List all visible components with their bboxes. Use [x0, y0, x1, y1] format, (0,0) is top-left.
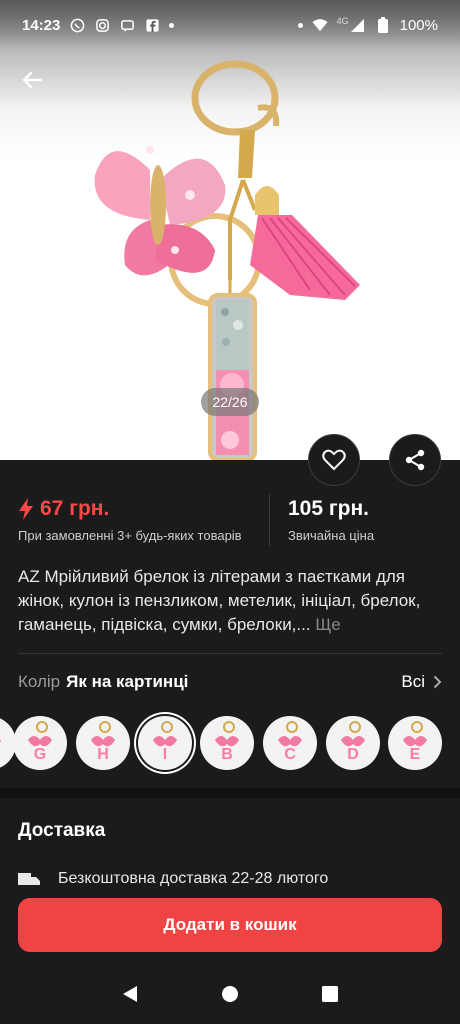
swatch-letter: H: [97, 746, 109, 763]
system-navigation-bar: [0, 964, 460, 1024]
battery-percentage: 100%: [399, 16, 438, 34]
promo-note: При замовленні 3+ будь-яких товарів: [18, 528, 242, 543]
nav-home-icon[interactable]: [221, 985, 239, 1003]
delivery-section-title: Доставка: [18, 820, 106, 841]
color-label: Колір: [18, 672, 61, 691]
color-swatch[interactable]: G: [13, 716, 67, 770]
share-icon: [405, 449, 425, 471]
product-title-text: AZ Мрійливий брелок із літерами з паєтка…: [18, 567, 421, 634]
color-swatch[interactable]: B: [200, 716, 254, 770]
divider: [18, 653, 442, 654]
swatch-letter: B: [221, 746, 233, 763]
viber-icon: [69, 17, 85, 33]
color-swatch-list: G H I B C D E: [0, 716, 460, 772]
color-swatch-selected[interactable]: I: [138, 716, 192, 770]
promo-price-section: 67 грн. При замовленні 3+ будь-яких това…: [18, 494, 270, 546]
wishlist-button[interactable]: [308, 434, 360, 486]
battery-icon: [375, 17, 391, 33]
regular-price-note: Звичайна ціна: [288, 528, 375, 543]
add-to-cart-button[interactable]: Додати в кошик: [18, 898, 442, 952]
swatch-letter: G: [33, 746, 47, 763]
color-swatch[interactable]: C: [263, 716, 317, 770]
product-page: 22/26 14:23 4G 100% 67 грн. При замовлен…: [0, 0, 460, 1024]
keychain-thumbnail-icon: [0, 739, 1, 743]
back-button[interactable]: [16, 64, 48, 96]
swatch-letter: D: [347, 746, 359, 763]
messenger-icon: [119, 17, 135, 33]
swatch-letter: E: [409, 746, 421, 763]
nav-recents-icon[interactable]: [321, 985, 339, 1003]
signal-icon: [350, 17, 366, 33]
status-bar: 14:23 4G 100%: [0, 0, 460, 50]
color-swatch[interactable]: H: [76, 716, 130, 770]
instagram-icon: [94, 17, 110, 33]
wifi-icon: [312, 17, 328, 33]
show-more-link[interactable]: Ще: [315, 615, 340, 634]
lightning-icon: [19, 498, 33, 520]
view-all-colors-button[interactable]: Всі: [401, 672, 442, 692]
arrow-left-icon: [22, 71, 43, 89]
color-swatch[interactable]: E: [388, 716, 442, 770]
chevron-right-icon: [433, 675, 442, 689]
share-button[interactable]: [389, 434, 441, 486]
regular-price: 105 грн.: [288, 497, 369, 520]
facebook-icon: [144, 17, 160, 33]
color-selector-header[interactable]: Колір Як на картинці Всі: [18, 672, 442, 692]
product-image-gallery[interactable]: 22/26: [0, 0, 460, 460]
notification-dot-icon: [297, 22, 303, 28]
view-all-label: Всі: [401, 672, 425, 691]
swatch-letter: I: [162, 746, 168, 763]
product-title[interactable]: AZ Мрійливий брелок із літерами з паєтка…: [18, 565, 442, 637]
color-swatch[interactable]: D: [326, 716, 380, 770]
network-type-label: 4G: [336, 16, 349, 26]
image-counter: 22/26: [201, 388, 259, 416]
nav-back-icon[interactable]: [121, 985, 139, 1003]
section-divider: [0, 788, 460, 798]
status-time: 14:23: [22, 16, 61, 34]
price-block: 67 грн. При замовленні 3+ будь-яких това…: [18, 494, 442, 546]
heart-icon: [322, 449, 346, 471]
notification-dot-icon: [169, 22, 175, 28]
regular-price-section: 105 грн. Звичайна ціна: [270, 494, 374, 546]
color-value: Як на картинці: [66, 672, 189, 691]
promo-price: 67 грн.: [40, 497, 110, 520]
swatch-letter: C: [284, 746, 296, 763]
